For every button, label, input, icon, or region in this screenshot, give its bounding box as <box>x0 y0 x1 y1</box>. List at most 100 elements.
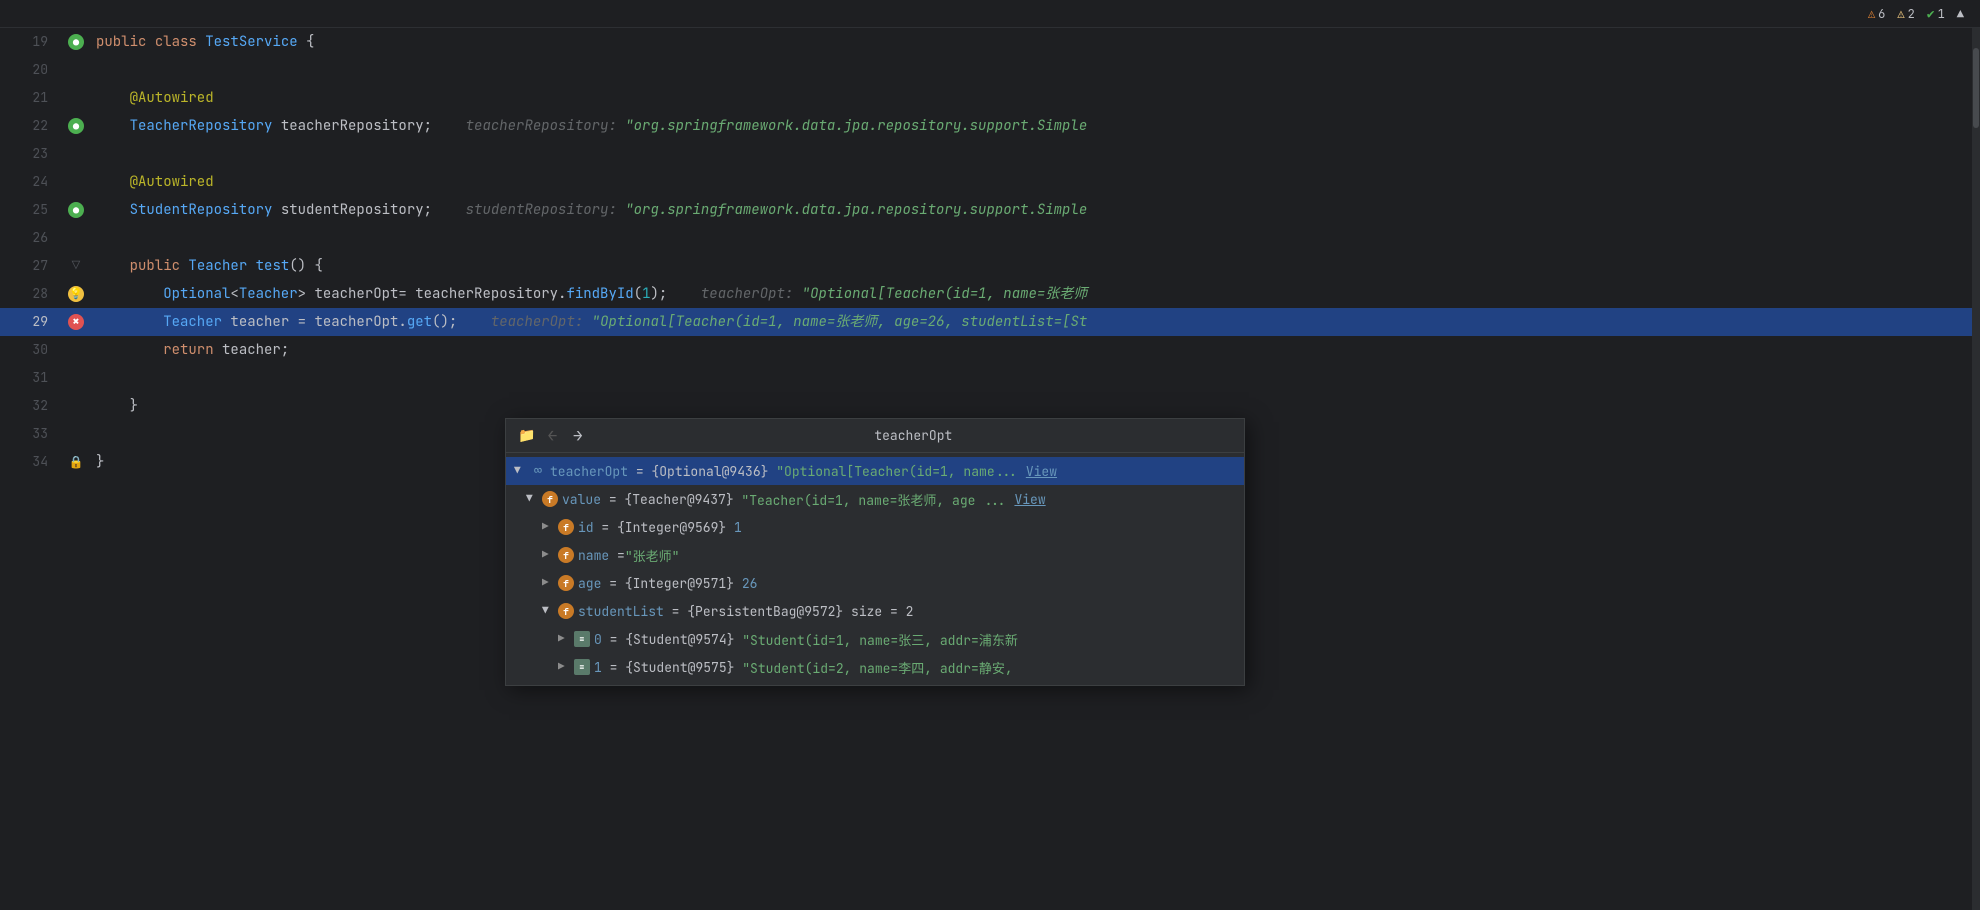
debug-popup-title: teacherOpt <box>874 427 952 444</box>
code-line-20: 20 <box>0 56 1980 84</box>
collapse-icon[interactable]: ▲ <box>1957 6 1964 22</box>
gutter-33 <box>60 420 92 448</box>
eq-badge-0: ≡ <box>574 631 590 647</box>
obj-value: = {Teacher@9437} <box>601 491 741 508</box>
debug-row-name[interactable]: ▶ f name = "张老师" <box>506 541 1244 569</box>
line-num-25: 25 <box>0 196 60 224</box>
code-line-32: 32 } <box>0 392 1980 420</box>
warning-count-yellow[interactable]: ⚠ 2 <box>1897 6 1914 22</box>
val-studentList-size: size = 2 <box>851 603 913 620</box>
debug-popup-header: 📁 ← → teacherOpt <box>506 419 1244 453</box>
yellow-triangle-icon: ⚠ <box>1897 6 1904 22</box>
line-num-28: 28 <box>0 280 60 308</box>
var-value: value <box>562 491 601 508</box>
code-line-28: 28 💡 Optional<Teacher> teacherOpt= teach… <box>0 280 1980 308</box>
check-count[interactable]: ✔ 1 <box>1927 5 1945 22</box>
error-icon-29[interactable]: ✖ <box>68 314 84 330</box>
var-age: age <box>578 575 601 592</box>
code-content-29: Teacher teacher = teacherOpt.get(); teac… <box>92 308 1980 336</box>
debug-row-age[interactable]: ▶ f age = {Integer@9571} 26 <box>506 569 1244 597</box>
line-num-34: 34 <box>0 448 60 476</box>
code-line-29: 29 ✖ Teacher teacher = teacherOpt.get();… <box>0 308 1980 336</box>
val-name: "张老师" <box>625 546 680 565</box>
obj-name: = <box>609 547 625 564</box>
top-bar: ⚠ 6 ⚠ 2 ✔ 1 ▲ <box>0 0 1980 28</box>
var-id: id <box>578 519 594 536</box>
expand-arrow-0: ▼ <box>514 464 530 478</box>
orange-warning-count: 6 <box>1878 6 1885 22</box>
debug-row-teacherOpt[interactable]: ▼ ∞ teacherOpt = {Optional@9436} "Option… <box>506 457 1244 485</box>
folder-icon: 📁 <box>518 427 535 445</box>
gutter-24 <box>60 168 92 196</box>
code-content-23 <box>92 140 1980 168</box>
debug-row-id[interactable]: ▶ f id = {Integer@9569} 1 <box>506 513 1244 541</box>
var-studentList: studentList <box>578 603 664 620</box>
code-line-21: 21 @Autowired <box>0 84 1980 112</box>
breakpoint-19[interactable]: ● <box>68 34 84 50</box>
code-content-32: } <box>92 392 1980 420</box>
debug-row-studentList[interactable]: ▼ f studentList = {PersistentBag@9572} s… <box>506 597 1244 625</box>
bulb-icon-28[interactable]: 💡 <box>68 286 84 302</box>
val-age: 26 <box>742 575 758 592</box>
debug-nav-forward[interactable]: → <box>569 425 587 446</box>
code-content-22: TeacherRepository teacherRepository; tea… <box>92 112 1980 140</box>
obj-studentList: = {PersistentBag@9572} <box>664 603 851 620</box>
scrollbar[interactable] <box>1972 28 1980 910</box>
breakpoint-22[interactable]: ● <box>68 118 84 134</box>
line-num-29: 29 <box>0 308 60 336</box>
scrollbar-thumb[interactable] <box>1973 48 1979 128</box>
var-teacherOpt: teacherOpt <box>550 463 628 480</box>
infinity-badge-0: ∞ <box>530 463 546 479</box>
debug-nav-back[interactable]: ← <box>543 425 561 446</box>
code-area: 19 ● public class TestService { 20 21 @A… <box>0 28 1980 910</box>
debug-row-value[interactable]: ▼ f value = {Teacher@9437} "Teacher(id=1… <box>506 485 1244 513</box>
line-num-21: 21 <box>0 84 60 112</box>
val-id: 1 <box>734 519 742 536</box>
code-line-22: 22 ● TeacherRepository teacherRepository… <box>0 112 1980 140</box>
eq-badge-1: ≡ <box>574 659 590 675</box>
check-icon: ✔ <box>1927 5 1935 22</box>
debug-popup: 📁 ← → teacherOpt ▼ ∞ teacherOpt = {Optio… <box>505 418 1245 686</box>
breakpoint-25[interactable]: ● <box>68 202 84 218</box>
expand-arrow-s1: ▶ <box>558 660 574 674</box>
debug-row-student-1[interactable]: ▶ ≡ 1 = {Student@9575} "Student(id=2, na… <box>506 653 1244 681</box>
gutter-30 <box>60 336 92 364</box>
gutter-23 <box>60 140 92 168</box>
code-line-23: 23 <box>0 140 1980 168</box>
obj-id: = {Integer@9569} <box>594 519 734 536</box>
f-badge-1: f <box>542 491 558 507</box>
gutter-25: ● <box>60 196 92 224</box>
line-num-24: 24 <box>0 168 60 196</box>
view-value[interactable]: View <box>1014 491 1045 508</box>
gutter-32 <box>60 392 92 420</box>
var-name: name <box>578 547 609 564</box>
code-content-26 <box>92 224 1980 252</box>
code-line-27: 27 ▽ public Teacher test() { <box>0 252 1980 280</box>
code-line-26: 26 <box>0 224 1980 252</box>
f-badge-studentList: f <box>558 603 574 619</box>
gutter-21 <box>60 84 92 112</box>
debug-row-student-0[interactable]: ▶ ≡ 0 = {Student@9574} "Student(id=1, na… <box>506 625 1244 653</box>
f-badge-age: f <box>558 575 574 591</box>
expand-arrow-name: ▶ <box>542 548 558 562</box>
code-line-30: 30 return teacher; <box>0 336 1980 364</box>
val-s0: "Student(id=1, name=张三, addr=浦东新 <box>742 630 1018 649</box>
fold-arrow-27[interactable]: ▽ <box>68 258 84 274</box>
code-content-28: Optional<Teacher> teacherOpt= teacherRep… <box>92 280 1980 308</box>
gutter-26 <box>60 224 92 252</box>
code-line-31: 31 <box>0 364 1980 392</box>
debug-tree: ▼ ∞ teacherOpt = {Optional@9436} "Option… <box>506 453 1244 685</box>
line-num-32: 32 <box>0 392 60 420</box>
gutter-22: ● <box>60 112 92 140</box>
obj-s0: = {Student@9574} <box>602 631 742 648</box>
gutter-19: ● <box>60 28 92 56</box>
gutter-29: ✖ <box>60 308 92 336</box>
view-teacherOpt[interactable]: View <box>1026 463 1057 480</box>
gutter-20 <box>60 56 92 84</box>
line-num-26: 26 <box>0 224 60 252</box>
code-line-19: 19 ● public class TestService { <box>0 28 1980 56</box>
warning-count-orange[interactable]: ⚠ 6 <box>1868 6 1885 22</box>
f-badge-name: f <box>558 547 574 563</box>
line-num-30: 30 <box>0 336 60 364</box>
gutter-27: ▽ <box>60 252 92 280</box>
